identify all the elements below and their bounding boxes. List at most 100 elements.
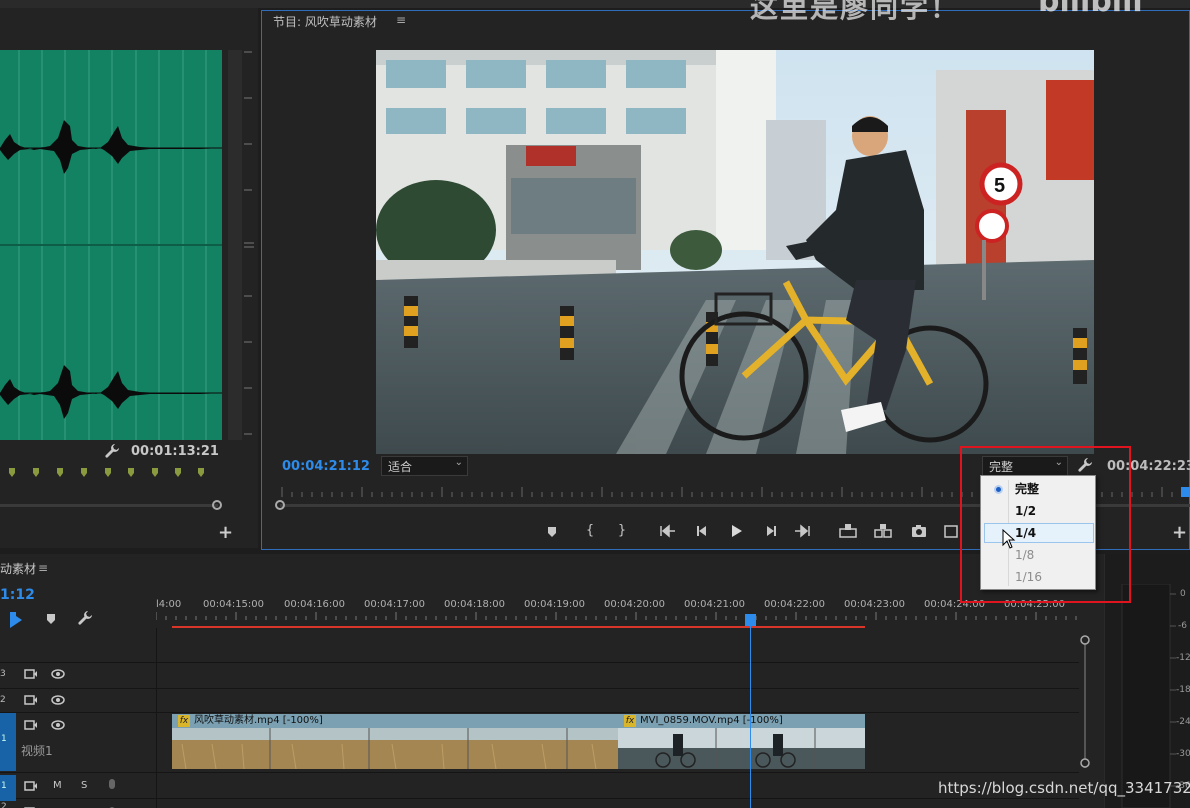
fx-badge: fx xyxy=(178,715,190,727)
add-marker-icon xyxy=(47,614,55,624)
source-scrub-bar[interactable] xyxy=(0,504,218,507)
timeline-panel xyxy=(0,554,1104,808)
program-playhead[interactable] xyxy=(1181,487,1190,497)
bilibili-logo: bilibili xyxy=(1038,0,1143,19)
program-video-frame: 5 xyxy=(376,50,1094,454)
timeline-ruler[interactable]: l4:00 00:04:15:00 00:04:16:00 00:04:17:0… xyxy=(156,599,1086,613)
track-header-divider xyxy=(156,628,157,808)
track-divider xyxy=(0,662,1079,663)
chevron-down-icon: ⌄ xyxy=(454,457,463,468)
meter-scale-label: 0 xyxy=(1180,589,1186,599)
mark-in-icon[interactable]: { xyxy=(579,520,601,542)
track-label-v3: 3 xyxy=(0,669,6,679)
ruler-label: 00:04:16:00 xyxy=(284,599,346,610)
timeline-settings-wrench-icon xyxy=(78,611,92,625)
eye-icon[interactable] xyxy=(50,668,66,683)
meter-scale-label: -18 xyxy=(1176,685,1190,695)
source-marker-row xyxy=(9,468,204,477)
zoom-fit-value: 适合 xyxy=(388,460,413,474)
solo-button[interactable]: S xyxy=(81,780,87,791)
video-clip[interactable]: fx MVI_0859.MOV.mp4 [-100%] xyxy=(618,714,865,769)
film-icon[interactable] xyxy=(24,802,38,808)
microphone-icon[interactable] xyxy=(107,779,117,796)
track-label-v1-short: 1 xyxy=(1,734,7,744)
top-bar xyxy=(0,0,1190,8)
annotation-highlight-box xyxy=(960,446,1131,603)
timeline-tab-title[interactable]: 动素材 xyxy=(0,560,36,577)
film-icon[interactable] xyxy=(24,668,38,683)
clip-name: MVI_0859.MOV.mp4 [-100%] xyxy=(640,715,783,726)
step-back-icon[interactable] xyxy=(691,520,713,542)
track-divider xyxy=(0,712,1079,713)
microphone-icon[interactable] xyxy=(107,802,117,808)
track-label-a2: 2 xyxy=(1,802,7,808)
zoom-fit-select[interactable]: 适合 ⌄ xyxy=(381,456,468,476)
settings-wrench-icon[interactable] xyxy=(104,443,120,459)
ruler-label: 00:04:20:00 xyxy=(604,599,666,610)
video-frame-image: 5 xyxy=(376,50,1094,454)
waveform-level-ruler xyxy=(244,51,254,435)
ruler-label: 00:04:22:00 xyxy=(764,599,826,610)
program-monitor-title: 节目: 风吹草动素材 xyxy=(273,15,377,29)
track-label-v2: 2 xyxy=(0,695,6,705)
film-icon[interactable] xyxy=(24,719,38,734)
timeline-vertical-scrollbar[interactable] xyxy=(1079,634,1091,774)
panel-menu-icon[interactable]: ≡ xyxy=(396,13,406,27)
fx-badge: fx xyxy=(624,715,636,727)
render-status-bar xyxy=(172,626,865,628)
meter-scale-label: -12 xyxy=(1176,653,1190,663)
ruler-label: 00:04:21:00 xyxy=(684,599,746,610)
film-icon[interactable] xyxy=(24,694,38,709)
timeline-playhead-line xyxy=(750,624,751,808)
clip-name: 风吹草动素材.mp4 [-100%] xyxy=(194,715,323,726)
source-add-button[interactable]: + xyxy=(218,522,233,543)
ruler-label: 00:04:17:00 xyxy=(364,599,426,610)
track-name-v1: 视频1 xyxy=(21,744,53,758)
source-timecode: 00:01:13:21 xyxy=(131,444,219,459)
program-current-timecode[interactable]: 00:04:21:12 xyxy=(282,459,370,474)
eye-icon[interactable] xyxy=(50,694,66,709)
track-label-a1: 1 xyxy=(1,781,7,791)
extract-icon[interactable] xyxy=(872,520,894,542)
track-divider xyxy=(0,772,1079,773)
track-divider xyxy=(0,798,1079,799)
svg-text:5: 5 xyxy=(994,175,1005,197)
timeline-ruler-ticks xyxy=(156,612,1077,620)
lift-icon[interactable] xyxy=(837,520,859,542)
ruler-label: 00:04:19:00 xyxy=(524,599,586,610)
program-zoom-handle[interactable] xyxy=(275,500,285,510)
track-divider xyxy=(0,688,1079,689)
meter-scale-label: -6 xyxy=(1178,621,1187,631)
go-to-out-icon[interactable] xyxy=(793,520,815,542)
video-watermark-text: 这里是廖同学！ xyxy=(750,0,961,24)
audio-waveform xyxy=(0,50,222,440)
meter-scale-label: -30 xyxy=(1176,749,1190,759)
video-clip[interactable]: fx 风吹草动素材.mp4 [-100%] xyxy=(172,714,618,769)
waveform-graphic xyxy=(0,50,222,440)
ruler-label: l4:00 xyxy=(156,599,182,610)
clip-label: fx MVI_0859.MOV.mp4 [-100%] xyxy=(618,714,865,728)
clip-label: fx 风吹草动素材.mp4 [-100%] xyxy=(172,714,618,728)
ruler-label: 00:04:18:00 xyxy=(444,599,506,610)
film-icon[interactable] xyxy=(24,780,38,795)
transport-controls: { } xyxy=(540,520,1000,542)
eye-icon[interactable] xyxy=(50,719,66,734)
timeline-tools xyxy=(10,611,92,628)
audio-level-meter xyxy=(1121,584,1176,808)
snap-icon xyxy=(10,612,22,628)
step-forward-icon[interactable] xyxy=(760,520,782,542)
go-to-in-icon[interactable] xyxy=(655,520,677,542)
mute-button[interactable]: M xyxy=(53,780,62,791)
panel-menu-icon[interactable]: ≡ xyxy=(38,561,48,575)
timeline-timecode[interactable]: 1:12 xyxy=(0,587,35,603)
ruler-label: 00:04:23:00 xyxy=(844,599,906,610)
waveform-scrollbar[interactable] xyxy=(228,50,242,440)
source-playhead-handle[interactable] xyxy=(212,500,222,510)
play-icon[interactable] xyxy=(725,520,747,542)
ruler-label: 00:04:15:00 xyxy=(203,599,265,610)
mark-out-icon[interactable]: } xyxy=(611,520,633,542)
export-frame-icon[interactable] xyxy=(908,520,930,542)
source-monitor-header xyxy=(0,8,258,44)
marker-icon[interactable] xyxy=(541,520,563,542)
program-add-button[interactable]: + xyxy=(1172,522,1187,543)
